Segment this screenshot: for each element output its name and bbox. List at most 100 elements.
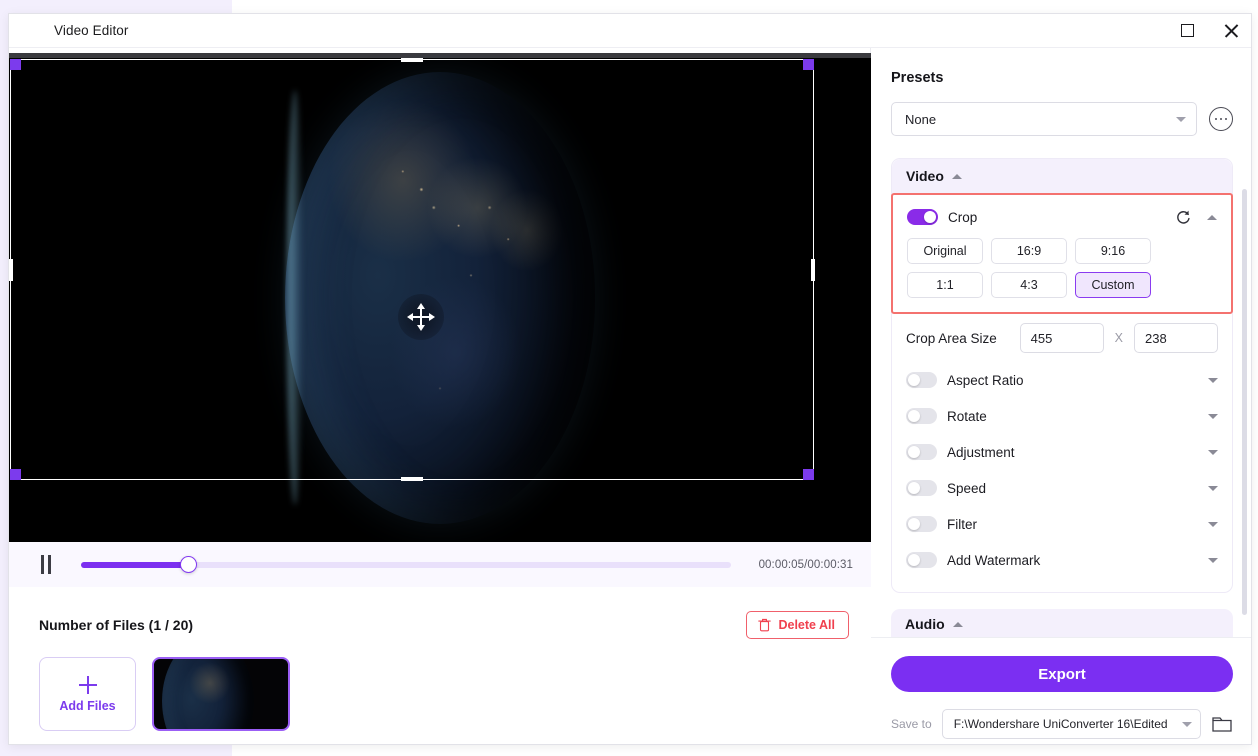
crop-width-input[interactable]: 455 — [1019, 323, 1104, 353]
video-section-header[interactable]: Video — [892, 159, 1232, 193]
ratio-chip-9-16[interactable]: 9:16 — [1075, 238, 1151, 264]
add-watermark-toggle[interactable] — [906, 552, 937, 568]
maximize-icon — [1180, 24, 1194, 37]
folder-icon[interactable] — [1211, 715, 1233, 734]
speed-chevron-down-icon[interactable] — [1208, 485, 1218, 491]
export-button[interactable]: Export — [891, 656, 1233, 692]
save-to-path-select[interactable]: F:\Wondershare UniConverter 16\Edited — [941, 709, 1201, 739]
audio-section-title: Audio — [905, 616, 945, 632]
chevron-up-icon[interactable] — [951, 173, 962, 179]
maximize-button[interactable] — [1165, 14, 1209, 48]
crop-height-input[interactable]: 238 — [1134, 323, 1218, 353]
presets-title: Presets — [891, 70, 944, 86]
more-options-icon[interactable] — [1209, 107, 1233, 131]
save-to-path-value: F:\Wondershare UniConverter 16\Edited — [953, 717, 1168, 731]
option-row-filter: Filter — [906, 506, 1218, 542]
speed-toggle[interactable] — [906, 480, 937, 496]
thumbnail-list: Add Files — [39, 657, 849, 731]
crop-size-separator: X — [1114, 331, 1123, 345]
close-button[interactable] — [1209, 14, 1251, 48]
pause-icon-bar-right — [48, 555, 52, 574]
ratio-chip-4-3[interactable]: 4:3 — [991, 272, 1067, 298]
pause-icon-bar-left — [40, 555, 44, 574]
ratio-chip-16-9[interactable]: 16:9 — [991, 238, 1067, 264]
video-section-rows: Crop Area Size 455 X 238 Aspect Ratio Ro… — [892, 314, 1232, 592]
filter-chevron-down-icon[interactable] — [1208, 521, 1218, 527]
files-header: Number of Files (1 / 20) Delete All — [39, 611, 849, 639]
plus-icon — [78, 675, 98, 695]
aspect-ratio-label: Aspect Ratio — [947, 372, 1024, 388]
presets-row: None — [891, 102, 1233, 136]
filter-toggle[interactable] — [906, 516, 937, 532]
crop-toggle-row: Crop — [907, 209, 1217, 225]
option-row-adjustment: Adjustment — [906, 434, 1218, 470]
move-cursor-icon[interactable] — [398, 294, 444, 340]
add-watermark-label: Add Watermark — [947, 552, 1041, 568]
seek-slider[interactable] — [81, 554, 731, 576]
save-to-chevron-down-icon — [1182, 721, 1192, 727]
reset-icon[interactable] — [1175, 209, 1191, 225]
files-count-label: Number of Files (1 / 20) — [39, 617, 194, 633]
earth-video-thumbnail — [162, 659, 254, 729]
rotate-chevron-down-icon[interactable] — [1208, 413, 1218, 419]
adjustment-toggle[interactable] — [906, 444, 937, 460]
video-editor-window: Video Editor 00:00:05/00:00:31 Number of… — [8, 13, 1252, 745]
ratio-chip-custom[interactable]: Custom — [1075, 272, 1151, 298]
add-files-button[interactable]: Add Files — [39, 657, 136, 731]
window-title: Video Editor — [54, 23, 129, 38]
add-watermark-chevron-down-icon[interactable] — [1208, 557, 1218, 563]
seek-knob[interactable] — [179, 556, 197, 573]
panel-scroll-area: Presets None Video Crop Original 16:9 9:… — [871, 48, 1251, 639]
option-row-aspect-ratio: Aspect Ratio — [906, 362, 1218, 398]
save-to-label: Save to — [891, 717, 932, 731]
ratio-chip-original[interactable]: Original — [907, 238, 983, 264]
window-controls — [1165, 14, 1251, 48]
add-files-label: Add Files — [59, 699, 116, 713]
app-root: Video Editor 00:00:05/00:00:31 Number of… — [0, 0, 1258, 756]
earth-globe-image — [285, 71, 595, 524]
aspect-ratio-toggle[interactable] — [906, 372, 937, 388]
audio-section-header[interactable]: Audio — [891, 609, 1233, 639]
option-row-add-watermark: Add Watermark — [906, 542, 1218, 578]
title-bar: Video Editor — [9, 14, 1251, 48]
aspect-ratio-chip-group: Original 16:9 9:16 1:1 4:3 Custom — [907, 238, 1217, 298]
crop-collapse-icon[interactable] — [1207, 214, 1217, 220]
delete-all-button[interactable]: Delete All — [746, 611, 849, 639]
seek-fill — [81, 561, 189, 568]
speed-label: Speed — [947, 480, 987, 496]
crop-label: Crop — [948, 209, 978, 225]
video-frame — [9, 53, 871, 542]
filter-label: Filter — [947, 516, 977, 532]
crop-highlight-box: Crop Original 16:9 9:16 1:1 4:3 Custom — [891, 193, 1233, 314]
list-item[interactable] — [152, 657, 290, 731]
video-section-card: Video Crop Original 16:9 9:16 1:1 4:3 Cu… — [891, 158, 1233, 593]
move-arrows-icon — [407, 303, 435, 331]
pause-button[interactable] — [35, 554, 57, 576]
adjustment-label: Adjustment — [947, 444, 1015, 460]
preset-selected-value: None — [905, 111, 937, 127]
delete-all-label: Delete All — [778, 618, 835, 632]
player-controls-bar: 00:00:05/00:00:31 — [9, 542, 871, 587]
video-section-title: Video — [906, 168, 944, 184]
editor-right-panel: Presets None Video Crop Original 16:9 9:… — [871, 48, 1251, 744]
editor-left-column: 00:00:05/00:00:31 Number of Files (1 / 2… — [9, 48, 871, 744]
preset-select[interactable]: None — [891, 102, 1197, 136]
time-display: 00:00:05/00:00:31 — [758, 558, 853, 571]
panel-scrollbar[interactable] — [1242, 189, 1247, 615]
rotate-label: Rotate — [947, 408, 987, 424]
video-preview-stage[interactable] — [9, 53, 871, 542]
ratio-chip-1-1[interactable]: 1:1 — [907, 272, 983, 298]
trash-icon — [758, 618, 772, 632]
option-row-rotate: Rotate — [906, 398, 1218, 434]
adjustment-chevron-down-icon[interactable] — [1208, 449, 1218, 455]
chevron-down-icon — [1176, 116, 1186, 122]
export-footer: Export Save to F:\Wondershare UniConvert… — [871, 637, 1251, 744]
option-row-speed: Speed — [906, 470, 1218, 506]
close-icon — [1223, 23, 1239, 39]
rotate-toggle[interactable] — [906, 408, 937, 424]
save-to-row: Save to F:\Wondershare UniConverter 16\E… — [891, 709, 1233, 739]
crop-toggle[interactable] — [907, 209, 938, 225]
audio-chevron-up-icon[interactable] — [952, 621, 963, 627]
files-area: Number of Files (1 / 20) Delete All Add … — [9, 587, 871, 744]
aspect-ratio-chevron-down-icon[interactable] — [1208, 377, 1218, 383]
